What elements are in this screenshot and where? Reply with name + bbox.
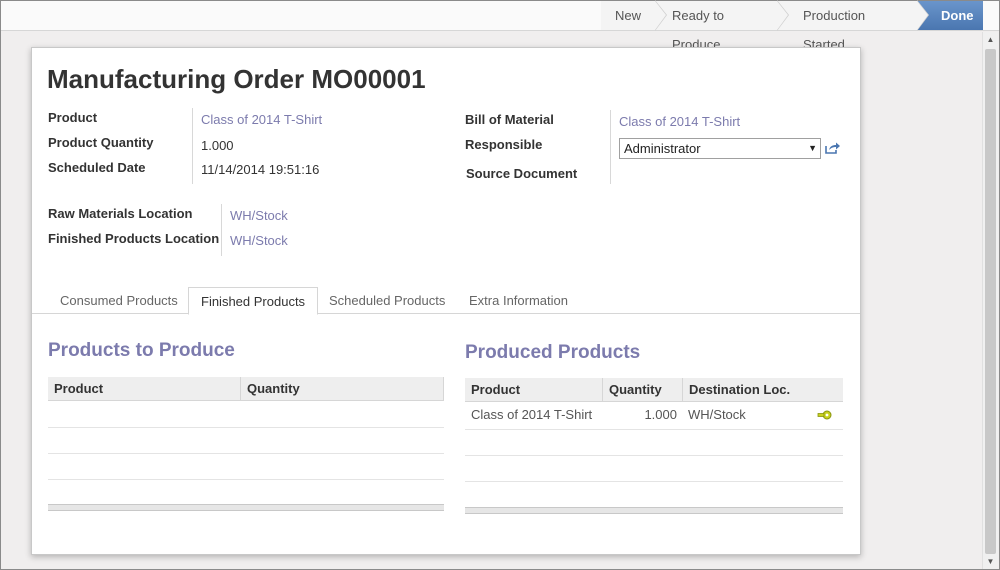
scroll-up-arrow-icon[interactable]: ▲	[983, 32, 998, 47]
row-quantity: 1.000	[644, 407, 677, 422]
page-title: Manufacturing Order MO00001	[47, 64, 426, 95]
product-value-link[interactable]: Class of 2014 T-Shirt	[201, 112, 322, 127]
scheduled-date-value: 11/14/2014 19:51:16	[201, 162, 320, 177]
column-header-product[interactable]: Product	[48, 377, 241, 401]
empty-row	[48, 479, 444, 480]
row-destination-location: WH/Stock	[688, 407, 746, 422]
status-bar: New Ready to Produce Production Started …	[1, 0, 999, 52]
list-header: Product Quantity Destination Loc.	[465, 378, 843, 402]
responsible-label: Responsible	[465, 137, 543, 152]
list-header: Product Quantity	[48, 377, 444, 401]
chevron-down-icon: ▼	[808, 143, 817, 153]
scrollbar-thumb[interactable]	[985, 49, 996, 554]
field-separator	[610, 110, 611, 184]
stage-pipeline: New Ready to Produce Production Started …	[601, 0, 983, 52]
vertical-scrollbar[interactable]: ▲ ▼	[982, 32, 998, 569]
row-divider	[465, 429, 843, 430]
finished-products-location-link[interactable]: WH/Stock	[230, 233, 288, 248]
produced-products-title: Produced Products	[465, 342, 641, 363]
raw-materials-location-label: Raw Materials Location	[48, 206, 193, 221]
product-quantity-value: 1.000	[201, 138, 234, 153]
title-label: Manufacturing Order	[47, 64, 305, 94]
form-sheet: Manufacturing Order MO00001 Product Prod…	[31, 47, 861, 555]
column-header-quantity[interactable]: Quantity	[241, 377, 444, 401]
tab-extra-information[interactable]: Extra Information	[457, 287, 580, 314]
products-to-produce-list: Product Quantity	[48, 377, 444, 513]
empty-row	[465, 481, 843, 482]
tab-bar-divider	[32, 313, 860, 314]
product-label: Product	[48, 110, 98, 125]
field-separator	[192, 108, 193, 184]
empty-row	[48, 427, 444, 428]
order-reference: MO00001	[311, 64, 426, 94]
products-to-produce-title: Products to Produce	[48, 340, 235, 361]
column-header-destination-loc[interactable]: Destination Loc.	[683, 378, 843, 402]
bill-of-material-label: Bill of Material	[465, 112, 554, 127]
empty-row	[48, 453, 444, 454]
responsible-select[interactable]: Administrator ▼	[619, 138, 821, 159]
finished-products-location-label: Finished Products Location	[48, 231, 220, 246]
tab-consumed-products[interactable]: Consumed Products	[48, 287, 190, 314]
scroll-down-arrow-icon[interactable]: ▼	[983, 554, 998, 569]
list-footer	[48, 504, 444, 511]
field-separator	[221, 204, 222, 256]
tab-finished-products[interactable]: Finished Products	[188, 287, 319, 315]
column-header-product[interactable]: Product	[465, 378, 603, 402]
scheduled-date-label: Scheduled Date	[48, 160, 146, 175]
produced-products-list: Product Quantity Destination Loc. Class …	[465, 378, 843, 516]
bill-of-material-link[interactable]: Class of 2014 T-Shirt	[619, 114, 740, 129]
gear-icon[interactable]	[817, 410, 833, 420]
source-document-label: Source Document	[466, 166, 578, 181]
empty-row	[465, 455, 843, 456]
column-header-quantity[interactable]: Quantity	[603, 378, 683, 402]
row-product: Class of 2014 T-Shirt	[471, 407, 593, 422]
external-link-icon[interactable]	[824, 141, 841, 155]
raw-materials-location-link[interactable]: WH/Stock	[230, 208, 288, 223]
tab-scheduled-products[interactable]: Scheduled Products	[317, 287, 457, 314]
stage-production-started[interactable]: Production Started	[777, 0, 929, 52]
stage-ready-to-produce[interactable]: Ready to Produce	[655, 0, 789, 52]
list-footer	[465, 507, 843, 514]
responsible-selected-value: Administrator	[624, 141, 701, 156]
product-quantity-label: Product Quantity	[48, 135, 154, 150]
stage-new[interactable]: New	[601, 0, 667, 31]
